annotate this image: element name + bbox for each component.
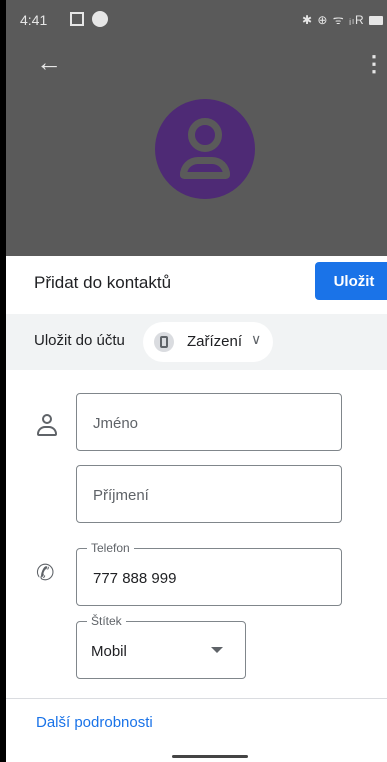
account-row: Uložit do účtu Zařízení ∨ [6,314,387,370]
account-selected: Zařízení [187,333,243,350]
account-label: Uložit do účtu [34,332,125,349]
status-time: 4:41 [20,12,48,28]
last-name-field[interactable] [76,465,342,524]
person-icon-body [37,426,57,436]
first-name-field[interactable] [76,393,342,452]
status-bar: 4:41 ✱ ⊕ ᯤ ᵢₗR [6,0,387,40]
more-details-link[interactable]: Další podrobnosti [36,714,153,731]
phone-type-label: Štítek [87,614,126,628]
first-name-input[interactable] [91,394,325,452]
chevron-down-icon: ∨ [251,331,262,347]
save-button[interactable]: Uložit [315,262,387,300]
status-icons-text: ✱ ⊕ ᯤ ᵢₗR [302,13,365,27]
dropdown-arrow-icon [211,647,223,653]
back-arrow-icon[interactable]: ← [36,48,68,80]
phone-type-value: Mobil [91,643,127,660]
last-name-input[interactable] [91,466,325,524]
phone-field[interactable]: Telefon [76,541,342,607]
phone-icon: ✆ [36,560,55,585]
phone-input[interactable] [91,549,325,607]
app-notification-icon [92,11,108,27]
battery-icon [369,16,383,26]
avatar [155,99,255,199]
account-selector[interactable]: Zařízení ∨ [143,322,273,362]
screen: 4:41 ✱ ⊕ ᯤ ᵢₗR ← ⋮ Přidat do kontaktů Ul… [6,0,387,762]
gesture-bar [172,755,248,758]
avatar-body [180,157,230,179]
image-notification-icon [70,12,84,26]
person-icon [36,414,58,438]
divider [6,698,387,699]
device-icon [154,332,174,352]
phone-type-select[interactable]: Štítek Mobil [76,614,246,679]
avatar-head [188,118,222,152]
person-icon-head [42,414,52,424]
more-menu-icon[interactable]: ⋮ [362,50,386,78]
sheet-title: Přidat do kontaktů [34,273,172,292]
status-icons: ✱ ⊕ ᯤ ᵢₗR [302,11,383,28]
